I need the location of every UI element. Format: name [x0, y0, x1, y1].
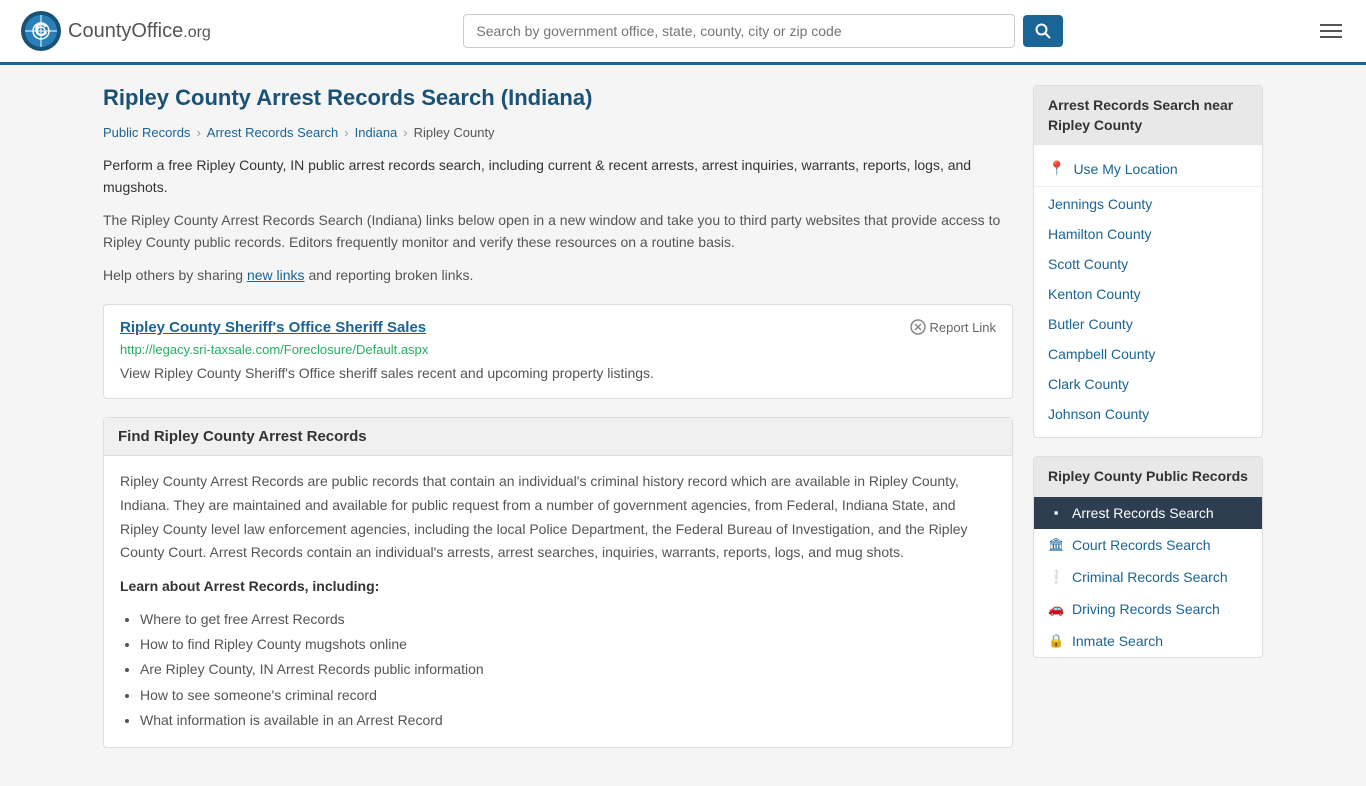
pub-rec-court-records[interactable]: 🏛 Court Records Search [1034, 529, 1262, 561]
hamburger-icon [1320, 30, 1342, 32]
pub-rec-inmate-search[interactable]: 🔒 Inmate Search [1034, 625, 1262, 657]
inmate-search-icon: 🔒 [1048, 633, 1064, 649]
nearby-county-clark[interactable]: Clark County [1034, 369, 1262, 399]
link-card: Ripley County Sheriff's Office Sheriff S… [103, 304, 1013, 399]
intro-text-1: Perform a free Ripley County, IN public … [103, 154, 1013, 199]
breadcrumb-arrest-records-search[interactable]: Arrest Records Search [207, 125, 339, 140]
court-records-icon: 🏛 [1048, 537, 1064, 553]
learn-item: Where to get free Arrest Records [140, 607, 996, 632]
hamburger-icon [1320, 36, 1342, 38]
sidebar: Arrest Records Search near Ripley County… [1033, 85, 1263, 766]
link-card-desc: View Ripley County Sheriff's Office sher… [120, 363, 996, 384]
link-card-title: Ripley County Sheriff's Office Sheriff S… [120, 319, 426, 336]
search-area [463, 14, 1063, 48]
nearby-county-johnson[interactable]: Johnson County [1034, 399, 1262, 429]
driving-records-icon: 🚗 [1048, 601, 1064, 617]
new-links-link[interactable]: new links [247, 267, 305, 283]
main-container: Ripley County Arrest Records Search (Ind… [83, 85, 1283, 766]
criminal-records-icon: ❕ [1048, 569, 1064, 585]
nearby-county-campbell[interactable]: Campbell County [1034, 339, 1262, 369]
hamburger-icon [1320, 24, 1342, 26]
find-section-body: Ripley County Arrest Records are public … [104, 456, 1012, 747]
content-area: Ripley County Arrest Records Search (Ind… [103, 85, 1013, 766]
breadcrumb-public-records[interactable]: Public Records [103, 125, 190, 140]
pub-rec-driving-records[interactable]: 🚗 Driving Records Search [1034, 593, 1262, 625]
use-my-location-item[interactable]: 📍 Use My Location [1034, 153, 1262, 184]
link-card-header: Ripley County Sheriff's Office Sheriff S… [120, 319, 996, 336]
nearby-county-scott[interactable]: Scott County [1034, 249, 1262, 279]
page-title: Ripley County Arrest Records Search (Ind… [103, 85, 1013, 111]
public-records-section: Ripley County Public Records ▪ Arrest Re… [1033, 456, 1263, 658]
pub-rec-criminal-records[interactable]: ❕ Criminal Records Search [1034, 561, 1262, 593]
link-card-url: http://legacy.sri-taxsale.com/Foreclosur… [120, 342, 996, 357]
logo-icon: C [20, 10, 62, 52]
nearby-header: Arrest Records Search near Ripley County [1034, 86, 1262, 145]
link-card-title-link[interactable]: Ripley County Sheriff's Office Sheriff S… [120, 319, 426, 336]
nearby-county-butler[interactable]: Butler County [1034, 309, 1262, 339]
breadcrumb-current: Ripley County [414, 125, 495, 140]
use-my-location-link[interactable]: Use My Location [1073, 161, 1177, 177]
learn-item: Are Ripley County, IN Arrest Records pub… [140, 657, 996, 682]
learn-list: Where to get free Arrest Records How to … [140, 607, 996, 733]
find-section: Find Ripley County Arrest Records Ripley… [103, 417, 1013, 748]
find-section-text: Ripley County Arrest Records are public … [120, 470, 996, 565]
search-icon [1035, 23, 1051, 39]
public-records-header: Ripley County Public Records [1034, 457, 1262, 497]
nearby-county-kenton[interactable]: Kenton County [1034, 279, 1262, 309]
intro-text-3: Help others by sharing new links and rep… [103, 264, 1013, 286]
search-input[interactable] [463, 14, 1015, 48]
search-button[interactable] [1023, 15, 1063, 47]
report-link-button[interactable]: Report Link [910, 319, 996, 335]
breadcrumb: Public Records › Arrest Records Search ›… [103, 125, 1013, 140]
learn-item: How to find Ripley County mugshots onlin… [140, 632, 996, 657]
nearby-county-hamilton[interactable]: Hamilton County [1034, 219, 1262, 249]
logo-area: C CountyOffice.org [20, 10, 211, 52]
nearby-body: 📍 Use My Location Jennings County Hamilt… [1034, 145, 1262, 437]
arrest-records-icon: ▪ [1048, 505, 1064, 520]
nearby-county-jennings[interactable]: Jennings County [1034, 189, 1262, 219]
learn-item: How to see someone's criminal record [140, 683, 996, 708]
learn-label: Learn about Arrest Records, including: [120, 575, 996, 599]
intro-text-2: The Ripley County Arrest Records Search … [103, 209, 1013, 254]
logo-text: CountyOffice.org [68, 20, 211, 43]
breadcrumb-indiana[interactable]: Indiana [355, 125, 398, 140]
nearby-section: Arrest Records Search near Ripley County… [1033, 85, 1263, 438]
learn-item: What information is available in an Arre… [140, 708, 996, 733]
report-icon [910, 319, 926, 335]
public-records-body: ▪ Arrest Records Search 🏛 Court Records … [1034, 497, 1262, 657]
pub-rec-arrest-records[interactable]: ▪ Arrest Records Search [1034, 497, 1262, 529]
header: C CountyOffice.org [0, 0, 1366, 65]
location-icon: 📍 [1048, 160, 1065, 177]
menu-button[interactable] [1316, 16, 1346, 46]
find-section-header: Find Ripley County Arrest Records [104, 418, 1012, 456]
